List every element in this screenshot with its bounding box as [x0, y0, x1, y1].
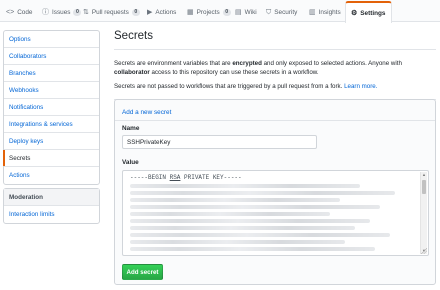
- blurred-key-line: [130, 212, 330, 216]
- scrollbar-thumb[interactable]: [422, 180, 426, 194]
- tab-issues-label: Issues: [52, 9, 71, 16]
- scroll-up-arrow-icon[interactable]: ▲: [421, 172, 427, 178]
- tab-pull-requests-label: Pull requests: [91, 9, 129, 16]
- tab-projects-label: Projects: [196, 9, 220, 16]
- repo-nav-tabs: <> Code ⓘ Issues 0 ⇅ Pull requests 0 ▶ A…: [0, 0, 440, 23]
- play-icon: ▶: [147, 9, 153, 16]
- tab-wiki[interactable]: ▤ Wiki: [235, 3, 257, 22]
- divider: [115, 120, 435, 121]
- tab-actions-label: Actions: [155, 9, 177, 16]
- tab-settings[interactable]: ⚙ Settings: [345, 1, 392, 23]
- desc-bold-encrypted: encrypted: [232, 60, 262, 67]
- sidebar-item-options[interactable]: Options: [4, 31, 99, 48]
- pull-request-icon: ⇅: [83, 9, 89, 16]
- secret-value-first-line: -----BEGIN RSA PRIVATE KEY-----: [130, 174, 242, 181]
- tab-pull-requests[interactable]: ⇅ Pull requests 0: [83, 3, 140, 22]
- code-icon: <>: [6, 9, 15, 16]
- tab-actions[interactable]: ▶ Actions: [147, 3, 176, 22]
- sidebar-item-deploy-keys[interactable]: Deploy keys: [4, 133, 99, 150]
- tab-insights-label: Insights: [318, 9, 341, 16]
- desc-text: Secrets are environment variables that a…: [114, 60, 233, 67]
- fork-note: Secrets are not passed to workflows that…: [114, 82, 436, 100]
- secret-value-textarea[interactable]: -----BEGIN RSA PRIVATE KEY----- ▲ ▼: [122, 170, 429, 256]
- key-header-end: PRIVATE KEY-----: [180, 174, 242, 181]
- resize-handle-icon[interactable]: [421, 248, 427, 254]
- graph-icon: ▥: [309, 9, 316, 16]
- tab-projects[interactable]: ▦ Projects 0: [187, 3, 231, 22]
- sidebar-item-integrations[interactable]: Integrations & services: [4, 116, 99, 133]
- sidebar-item-notifications[interactable]: Notifications: [4, 99, 99, 116]
- name-label: Name: [122, 125, 140, 132]
- issue-icon: ⓘ: [42, 9, 49, 16]
- add-secret-button[interactable]: Add secret: [122, 264, 163, 280]
- page-title: Secrets: [114, 30, 436, 50]
- shield-icon: ⛉: [266, 9, 272, 16]
- desc-bold-collaborator: collaborator: [114, 69, 150, 76]
- tab-issues[interactable]: ⓘ Issues 0: [42, 3, 82, 22]
- gear-icon: ⚙: [351, 9, 358, 17]
- blurred-key-line: [130, 233, 390, 237]
- project-icon: ▦: [187, 9, 194, 16]
- tab-wiki-label: Wiki: [244, 9, 257, 16]
- add-new-secret-link[interactable]: Add a new secret: [122, 109, 171, 116]
- blurred-key-line: [130, 184, 360, 188]
- issues-count-badge: 0: [73, 9, 82, 16]
- book-icon: ▤: [235, 9, 242, 16]
- moderation-heading: Moderation: [4, 189, 99, 206]
- blurred-key-line: [130, 226, 355, 230]
- moderation-sidebar: Moderation Interaction limits: [3, 188, 100, 224]
- secrets-description: Secrets are environment variables that a…: [114, 59, 436, 77]
- secret-name-value: SSHPrivateKey: [127, 138, 171, 146]
- blurred-key-line: [130, 240, 345, 244]
- sidebar-item-secrets[interactable]: Secrets: [3, 150, 99, 167]
- learn-more-link[interactable]: Learn more.: [344, 83, 377, 90]
- projects-count-badge: 0: [222, 9, 231, 16]
- desc-text: and only exposed to selected actions. An…: [261, 60, 402, 67]
- secrets-main: Secrets Secrets are environment variable…: [114, 30, 436, 100]
- sidebar-item-actions[interactable]: Actions: [4, 167, 99, 184]
- add-secret-form: Add a new secret Name SSHPrivateKey Valu…: [114, 99, 436, 285]
- tab-code[interactable]: <> Code: [6, 3, 32, 22]
- secret-name-input[interactable]: SSHPrivateKey: [122, 135, 317, 149]
- fork-note-text: Secrets are not passed to workflows that…: [114, 83, 345, 90]
- textarea-scrollbar[interactable]: ▲ ▼: [420, 172, 427, 254]
- blurred-key-line: [130, 219, 370, 223]
- sidebar-item-interaction-limits[interactable]: Interaction limits: [4, 206, 99, 223]
- desc-text: access to this repository can use these …: [149, 69, 319, 76]
- blurred-key-line: [130, 198, 340, 202]
- tab-insights[interactable]: ▥ Insights: [309, 3, 341, 22]
- tab-security-label: Security: [274, 9, 298, 16]
- blurred-key-line: [130, 191, 395, 195]
- settings-sidebar: Options Collaborators Branches Webhooks …: [3, 30, 100, 185]
- tab-settings-label: Settings: [360, 9, 386, 17]
- tab-security[interactable]: ⛉ Security: [266, 3, 297, 22]
- blurred-key-line: [130, 205, 380, 209]
- sidebar-item-collaborators[interactable]: Collaborators: [4, 48, 99, 65]
- key-header-rsa: RSA: [169, 174, 181, 181]
- value-label: Value: [122, 159, 139, 166]
- tab-code-label: Code: [17, 9, 33, 16]
- sidebar-item-branches[interactable]: Branches: [4, 65, 99, 82]
- blurred-key-line: [130, 247, 375, 251]
- pull-requests-count-badge: 0: [131, 9, 140, 16]
- key-header-start: -----BEGIN: [130, 174, 170, 181]
- sidebar-item-webhooks[interactable]: Webhooks: [4, 82, 99, 99]
